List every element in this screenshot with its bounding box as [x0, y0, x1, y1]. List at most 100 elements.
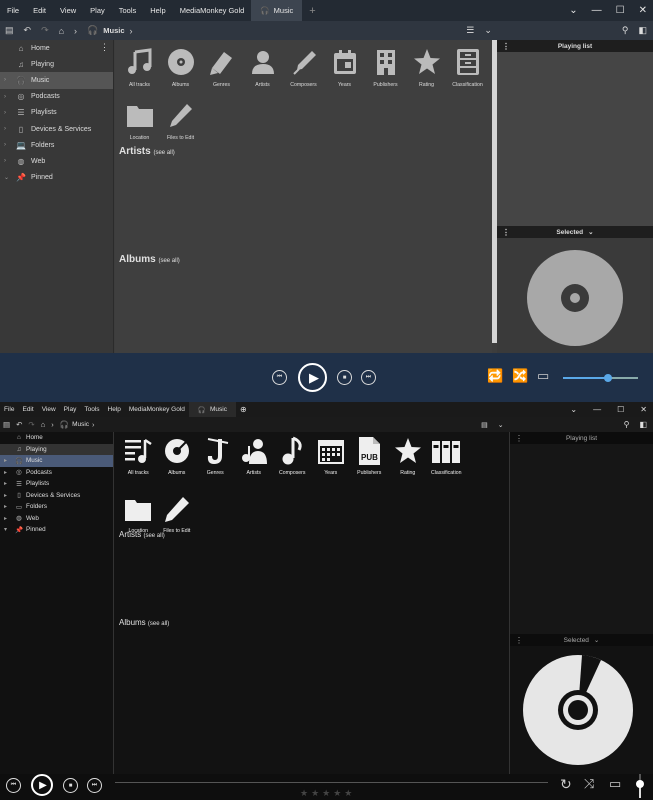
chevron-right-icon[interactable]: ▸: [4, 457, 14, 464]
cast-icon[interactable]: ▭: [609, 776, 621, 792]
next-button[interactable]: ⏭: [87, 778, 102, 793]
sidebar-item-podcasts[interactable]: › ◎ Podcasts: [0, 89, 113, 105]
menu-help[interactable]: Help: [104, 406, 125, 413]
category-publishers[interactable]: Publishers: [365, 46, 406, 99]
chevron-right-icon[interactable]: ›: [4, 142, 14, 148]
chevron-right-icon[interactable]: ▸: [4, 515, 14, 522]
seek-bar[interactable]: [115, 782, 548, 783]
menu-gold[interactable]: MediaMonkey Gold: [125, 406, 189, 413]
rating-stars[interactable]: ★★★★★: [300, 788, 355, 799]
menu-play[interactable]: Play: [83, 6, 112, 15]
category-years[interactable]: Years: [324, 46, 365, 99]
kebab-menu-icon[interactable]: ⋮: [515, 636, 523, 645]
menu-file[interactable]: File: [0, 6, 26, 15]
category-composers[interactable]: Composers: [283, 46, 324, 99]
shuffle-icon[interactable]: ⤨: [584, 776, 594, 792]
category-all-tracks[interactable]: All tracks: [119, 435, 158, 493]
sidebar-item-folders[interactable]: ▸ ▭ Folders: [0, 501, 113, 513]
playing-list[interactable]: [497, 52, 653, 226]
kebab-menu-icon[interactable]: ⋮: [515, 434, 523, 443]
category-files-to-edit[interactable]: Files to Edit: [158, 493, 197, 551]
menu-gold[interactable]: MediaMonkey Gold: [173, 6, 252, 15]
previous-button[interactable]: ⏮: [272, 370, 287, 385]
chevron-right-icon[interactable]: ›: [4, 77, 14, 83]
close-icon[interactable]: ✕: [639, 5, 647, 16]
add-tab-icon[interactable]: ⊕: [236, 405, 251, 414]
stop-button[interactable]: ■: [337, 370, 352, 385]
chevron-right-icon[interactable]: ›: [4, 110, 14, 116]
repeat-icon[interactable]: 🔁: [487, 368, 503, 384]
sidebar-item-devices[interactable]: › ▯ Devices & Services: [0, 121, 113, 137]
sidebar-item-folders[interactable]: › 💻 Folders: [0, 137, 113, 153]
menu-help[interactable]: Help: [143, 6, 172, 15]
sidebar-item-playing[interactable]: ♫ Playing: [0, 443, 113, 455]
category-all-tracks[interactable]: All tracks: [119, 46, 160, 99]
chevron-right-icon[interactable]: ›: [4, 158, 14, 164]
close-icon[interactable]: ✕: [640, 405, 647, 414]
category-files-to-edit[interactable]: Files to Edit: [160, 99, 201, 152]
chevron-right-icon[interactable]: ›: [4, 126, 14, 132]
sidebar-item-home[interactable]: ⌂ Home: [0, 432, 113, 444]
right-panel-toggle-icon[interactable]: ◧: [638, 25, 647, 36]
category-location[interactable]: Location: [119, 99, 160, 152]
tab-music[interactable]: 🎧 Music: [251, 0, 303, 21]
sidebar-item-podcasts[interactable]: ▸ ◎ Podcasts: [0, 467, 113, 479]
dropdown-icon[interactable]: ⌄: [569, 5, 577, 16]
search-icon[interactable]: ⚲: [622, 25, 629, 36]
sidebar-item-playlists[interactable]: › ☰ Playlists: [0, 105, 113, 121]
menu-view[interactable]: View: [53, 6, 83, 15]
minimize-icon[interactable]: —: [593, 405, 601, 414]
view-mode-icon[interactable]: ▤: [481, 421, 488, 429]
category-albums[interactable]: Albums: [160, 46, 201, 99]
search-icon[interactable]: ⚲: [624, 420, 630, 429]
undo-icon[interactable]: ↶: [13, 420, 25, 429]
tab-music[interactable]: 🎧 Music: [188, 402, 236, 417]
next-button[interactable]: ⏭: [361, 370, 376, 385]
chevron-right-icon[interactable]: ▸: [4, 480, 14, 487]
menu-view[interactable]: View: [38, 406, 60, 413]
shuffle-icon[interactable]: 🔀: [512, 368, 528, 384]
sidebar-item-devices[interactable]: ▸ ▯ Devices & Services: [0, 490, 113, 502]
playing-list[interactable]: [510, 444, 653, 634]
undo-icon[interactable]: ↶: [19, 25, 37, 36]
volume-thumb[interactable]: [636, 779, 644, 788]
menu-file[interactable]: File: [0, 406, 18, 413]
kebab-menu-icon[interactable]: ⋮: [502, 42, 510, 51]
category-genres[interactable]: Genres: [196, 435, 235, 493]
stop-button[interactable]: ■: [63, 778, 78, 793]
category-classification[interactable]: Classification: [427, 435, 466, 493]
add-tab-button[interactable]: +: [302, 5, 322, 17]
category-location[interactable]: Location: [119, 493, 158, 551]
category-rating[interactable]: Rating: [389, 435, 428, 493]
menu-tools[interactable]: Tools: [80, 406, 103, 413]
chevron-down-icon[interactable]: ⌄: [4, 174, 14, 181]
sidebar-item-home[interactable]: ⌂ Home: [0, 40, 113, 56]
maximize-icon[interactable]: ☐: [616, 5, 625, 16]
volume-thumb[interactable]: [604, 374, 612, 382]
minimize-icon[interactable]: —: [592, 5, 602, 16]
sidebar-item-playlists[interactable]: ▸ ☰ Playlists: [0, 478, 113, 490]
chevron-right-icon[interactable]: ▸: [4, 503, 14, 510]
cast-icon[interactable]: ▭: [537, 368, 549, 384]
chevron-down-icon[interactable]: ⌄: [484, 25, 492, 36]
see-all-albums-link[interactable]: (see all): [148, 621, 169, 627]
see-all-albums-link[interactable]: (see all): [158, 258, 179, 264]
see-all-artists-link[interactable]: (see all): [143, 533, 164, 539]
category-albums[interactable]: Albums: [158, 435, 197, 493]
chevron-down-icon[interactable]: ⌄: [498, 421, 504, 429]
menu-play[interactable]: Play: [60, 406, 81, 413]
redo-icon[interactable]: ↷: [25, 420, 37, 429]
home-icon[interactable]: ⌂: [54, 26, 69, 36]
repeat-icon[interactable]: ↻: [560, 776, 572, 793]
chevron-down-icon[interactable]: ⌄: [588, 228, 593, 236]
category-publishers[interactable]: PUB Publishers: [350, 435, 389, 493]
chevron-right-icon[interactable]: ›: [4, 94, 14, 100]
breadcrumb[interactable]: Music: [72, 421, 89, 428]
sidebar-item-pinned[interactable]: ▾ 📌 Pinned: [0, 524, 113, 536]
sidebar-toggle-icon[interactable]: ▤: [0, 420, 13, 429]
sidebar-item-playing[interactable]: ♫ Playing: [0, 56, 113, 72]
sidebar-item-music[interactable]: ▸ 🎧 Music: [0, 455, 113, 467]
menu-edit[interactable]: Edit: [18, 406, 37, 413]
sidebar-item-web[interactable]: › ◍ Web: [0, 153, 113, 169]
category-artists[interactable]: Artists: [235, 435, 274, 493]
